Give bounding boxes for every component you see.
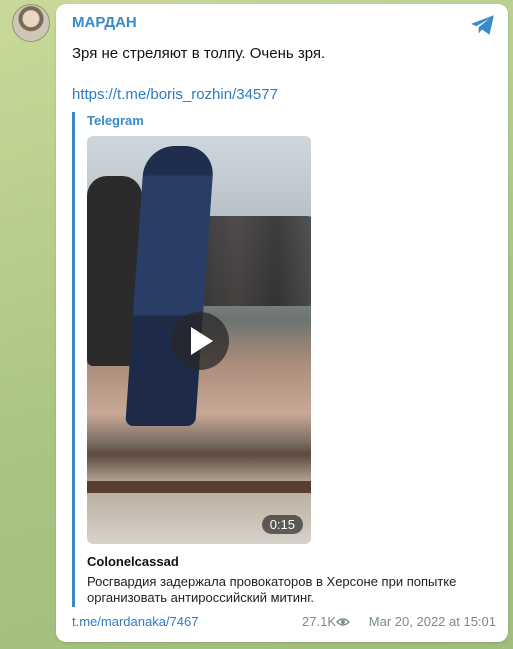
post-link[interactable]: t.me/mardanaka/7467: [72, 614, 198, 629]
message-card: МАРДАН Зря не стреляют в толпу. Очень зр…: [56, 4, 508, 642]
video-duration: 0:15: [261, 515, 303, 534]
preview-description: Росгвардия задержала провокаторов в Херс…: [87, 574, 457, 605]
message-footer: t.me/mardanaka/7467 27.1K Mar 20, 2022 a…: [72, 614, 496, 632]
eye-icon: [336, 618, 350, 626]
message-link[interactable]: https://t.me/boris_rozhin/34577: [72, 86, 278, 103]
video-rail: [87, 481, 311, 493]
view-count: 27.1K: [302, 614, 336, 629]
video-crowd: [197, 216, 311, 306]
video-thumbnail[interactable]: 0:15: [87, 136, 311, 544]
preview-site-name: Telegram: [87, 113, 144, 128]
link-preview[interactable]: Telegram 0:15 Colonelcassad Росгвардия з…: [72, 112, 492, 607]
channel-name[interactable]: МАРДАН: [72, 14, 137, 31]
play-icon: [191, 327, 213, 355]
play-button[interactable]: [171, 312, 229, 370]
message-text: Зря не стреляют в толпу. Очень зря.: [72, 45, 326, 62]
post-date: Mar 20, 2022 at 15:01: [368, 614, 496, 629]
preview-title: Colonelcassad: [87, 554, 179, 569]
channel-avatar[interactable]: [12, 4, 50, 42]
telegram-icon[interactable]: [470, 14, 496, 36]
